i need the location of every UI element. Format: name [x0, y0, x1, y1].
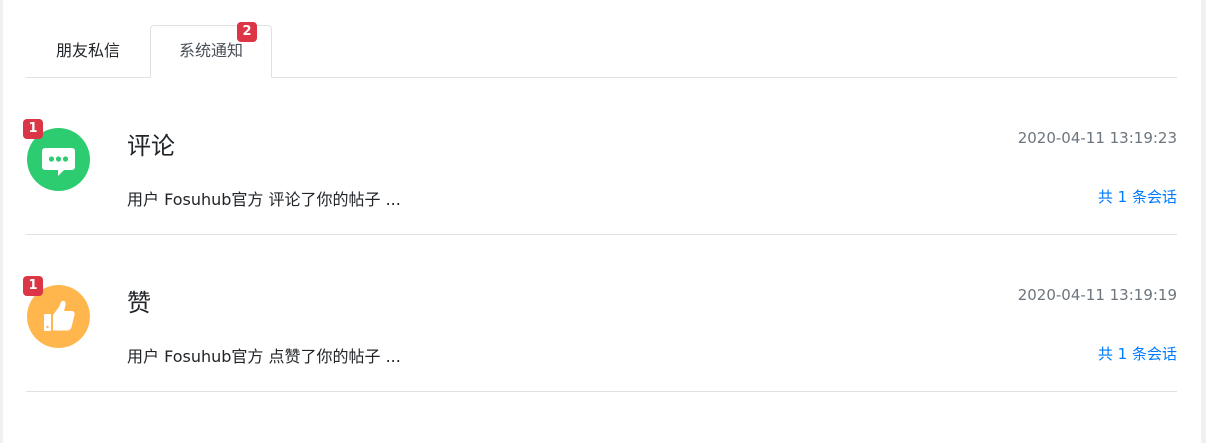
notification-time: 2020-04-11 13:19:19 — [1017, 286, 1177, 304]
notification-title: 赞 — [127, 289, 151, 317]
tab-friends-messages[interactable]: 朋友私信 — [26, 25, 150, 77]
unread-badge: 1 — [23, 276, 43, 296]
conversation-count-link[interactable]: 共 1 条会话 — [1098, 186, 1177, 207]
notification-page: 朋友私信 系统通知 2 1 评论 2020-04-11 13:19:23 用户 … — [3, 0, 1201, 443]
tab-friends-label: 朋友私信 — [55, 41, 120, 60]
conversation-count-link[interactable]: 共 1 条会话 — [1098, 343, 1177, 364]
notification-title: 评论 — [127, 132, 175, 160]
tab-system-label: 系统通知 — [178, 41, 243, 60]
unread-badge: 1 — [23, 119, 43, 139]
notification-item-comment[interactable]: 1 评论 2020-04-11 13:19:23 用户 Fosuhub官方 评论… — [23, 78, 1177, 235]
notification-description: 用户 Fosuhub官方 点赞了你的帖子 ... — [127, 347, 401, 366]
unread-badge: 2 — [237, 22, 257, 42]
notification-item-like[interactable]: 1 赞 2020-04-11 13:19:19 用户 Fosuhub官方 点赞了… — [23, 235, 1177, 392]
notification-description: 用户 Fosuhub官方 评论了你的帖子 ... — [127, 190, 401, 209]
notification-time: 2020-04-11 13:19:23 — [1017, 129, 1177, 147]
message-tabs: 朋友私信 系统通知 2 — [26, 22, 1177, 78]
tab-system-notifications[interactable]: 系统通知 2 — [150, 22, 272, 78]
